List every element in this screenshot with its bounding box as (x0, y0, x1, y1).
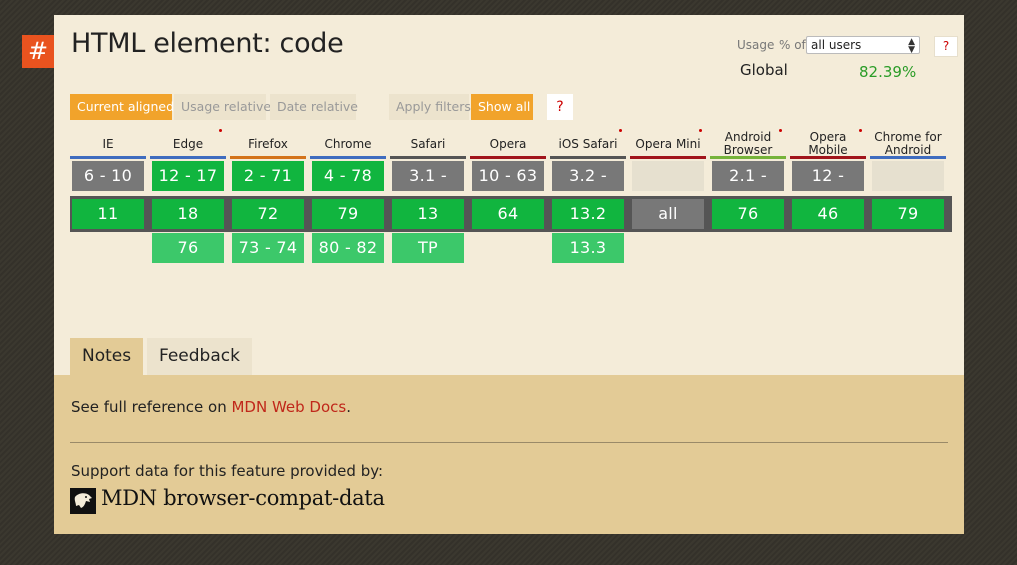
browser-color-bar (790, 156, 866, 159)
past-version-cell[interactable] (632, 161, 704, 191)
current-version-cell[interactable]: 13 (392, 199, 464, 229)
current-version-cell[interactable]: 18 (152, 199, 224, 229)
show-all-button[interactable]: Show all (471, 94, 533, 120)
mdn-web-docs-link[interactable]: MDN Web Docs (231, 398, 346, 416)
past-version-cell[interactable]: 12 - 12.1 (792, 161, 864, 215)
past-version-cell[interactable]: 10 - 63 (472, 161, 544, 191)
past-version-cell[interactable]: 12 - 17 (152, 161, 224, 191)
past-version-cell[interactable]: 2 - 71 (232, 161, 304, 191)
current-version-cell[interactable]: 11 (72, 199, 144, 229)
global-label: Global (740, 61, 788, 79)
browser-color-bar (710, 156, 786, 159)
past-version-cell[interactable]: 4 - 78 (312, 161, 384, 191)
browser-note-marker (699, 129, 702, 132)
usage-label: Usage (737, 38, 775, 52)
browser-color-bar (550, 156, 626, 159)
browser-note-marker (859, 129, 862, 132)
browser-color-bar (390, 156, 466, 159)
filter-help-button[interactable]: ? (547, 94, 573, 120)
browser-color-bar (470, 156, 546, 159)
feature-card: HTML element: code Usage % of all users … (54, 15, 964, 534)
future-version-cell[interactable]: 80 - 82 (312, 233, 384, 263)
current-version-cell[interactable]: 79 (872, 199, 944, 229)
browser-note-marker (219, 129, 222, 132)
browser-color-bar (310, 156, 386, 159)
browser-note-marker (779, 129, 782, 132)
page-title: HTML element: code (71, 28, 344, 59)
future-version-cell[interactable]: TP (392, 233, 464, 263)
usage-help-button[interactable]: ? (934, 36, 958, 57)
browser-color-bar (870, 156, 946, 159)
percent-of-label: % of (779, 38, 806, 52)
browser-color-bar (230, 156, 306, 159)
tab-notes[interactable]: Notes (70, 338, 144, 375)
reference-text: See full reference on MDN Web Docs. (71, 398, 351, 416)
global-usage-value: 82.39% (859, 63, 917, 81)
current-version-cell[interactable]: 79 (312, 199, 384, 229)
select-arrows-icon: ▲ ▼ (908, 37, 915, 55)
support-data-text: Support data for this feature provided b… (71, 462, 384, 480)
past-version-cell[interactable]: 3.1 - 12.1 (392, 161, 464, 215)
future-version-cell[interactable]: 13.3 (552, 233, 624, 263)
notes-panel: See full reference on MDN Web Docs. Supp… (54, 375, 964, 534)
notes-divider (70, 442, 948, 443)
current-version-cell[interactable]: 72 (232, 199, 304, 229)
browser-color-bar (70, 156, 146, 159)
usage-scope-select[interactable]: all users ▲ ▼ (806, 36, 920, 55)
current-version-cell[interactable]: all (632, 199, 704, 229)
current-version-cell[interactable]: 64 (472, 199, 544, 229)
past-version-cell[interactable]: 3.2 - 13.1 (552, 161, 624, 215)
past-version-cell[interactable]: 2.1 - 4.4.4 (712, 161, 784, 215)
reference-suffix: . (346, 398, 352, 416)
current-aligned-button[interactable]: Current aligned (70, 94, 174, 120)
usage-relative-button[interactable]: Usage relative (174, 94, 271, 120)
browser-color-bar (630, 156, 706, 159)
anchor-hash-link[interactable]: # (22, 35, 54, 68)
view-filter-bar: Current aligned Usage relative Date rela… (54, 94, 964, 120)
past-version-cell[interactable]: 6 - 10 (72, 161, 144, 191)
past-version-cell[interactable] (872, 161, 944, 191)
apply-filters-button[interactable]: Apply filters (389, 94, 471, 120)
usage-scope-value: all users (811, 38, 862, 52)
reference-prefix: See full reference on (71, 398, 232, 416)
browser-color-bar (150, 156, 226, 159)
current-version-cell[interactable]: 46 (792, 199, 864, 229)
current-version-cell[interactable]: 13.2 (552, 199, 624, 229)
tab-feedback-label: Feedback (159, 346, 240, 366)
browser-note-marker (619, 129, 622, 132)
tab-feedback[interactable]: Feedback (147, 338, 252, 375)
current-version-cell[interactable]: 76 (712, 199, 784, 229)
mdn-dino-icon (70, 488, 96, 514)
mdn-brand-text: MDN browser-compat-data (101, 486, 385, 510)
date-relative-button[interactable]: Date relative (270, 94, 358, 120)
future-version-cell[interactable]: 73 - 74 (232, 233, 304, 263)
future-version-cell[interactable]: 76 (152, 233, 224, 263)
